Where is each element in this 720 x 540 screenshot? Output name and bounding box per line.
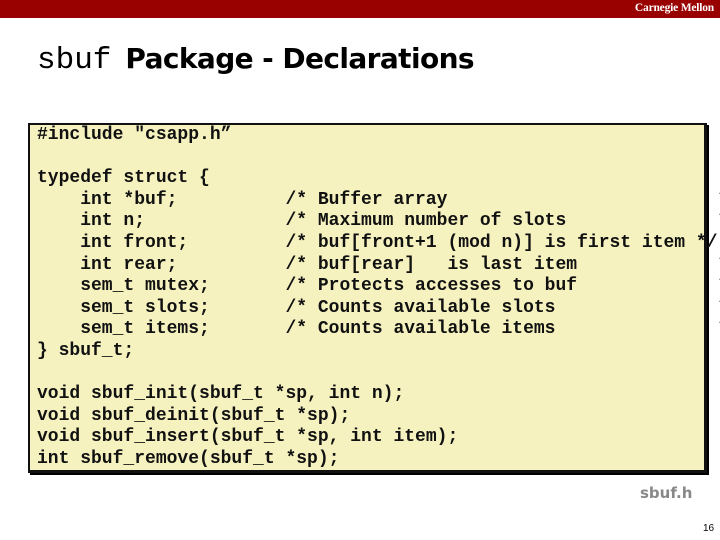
code-line: int front; /* buf[front+1 (mod n)] is fi… [37, 232, 718, 253]
code-line: sem_t slots; /* Counts available slots *… [37, 297, 720, 318]
slide-title: sbuf Package - Declarations [37, 42, 475, 82]
code-line: } sbuf_t; [37, 340, 135, 361]
code-line: void sbuf_insert(sbuf_t *sp, int item); [37, 427, 459, 448]
code-line: sem_t items; /* Counts available items *… [37, 319, 720, 340]
code-line: int sbuf_remove(sbuf_t *sp); [37, 448, 340, 469]
code-line: void sbuf_deinit(sbuf_t *sp); [37, 405, 351, 426]
brand-label: Carnegie Mellon [634, 2, 714, 14]
code-line: sem_t mutex; /* Protects accesses to buf… [37, 276, 720, 297]
page-number: 16 [703, 523, 715, 534]
slide-title-text: Package - Declarations [125, 42, 474, 75]
header-bar: Carnegie Mellon [0, 0, 720, 18]
code-line: void sbuf_init(sbuf_t *sp, int n); [37, 384, 405, 405]
slide-title-code: sbuf [37, 43, 112, 78]
code-line: typedef struct { [37, 168, 210, 189]
code-line: int n; /* Maximum number of slots */ [37, 211, 720, 232]
file-name-label: sbuf.h [640, 484, 693, 502]
code-line: int *buf; /* Buffer array */ [37, 189, 720, 210]
code-line: #include "csapp.h” [37, 125, 232, 145]
code-line: int rear; /* buf[rear] is last item */ [37, 254, 720, 275]
code-block: #include "csapp.h” typedef struct { int *… [37, 125, 720, 471]
